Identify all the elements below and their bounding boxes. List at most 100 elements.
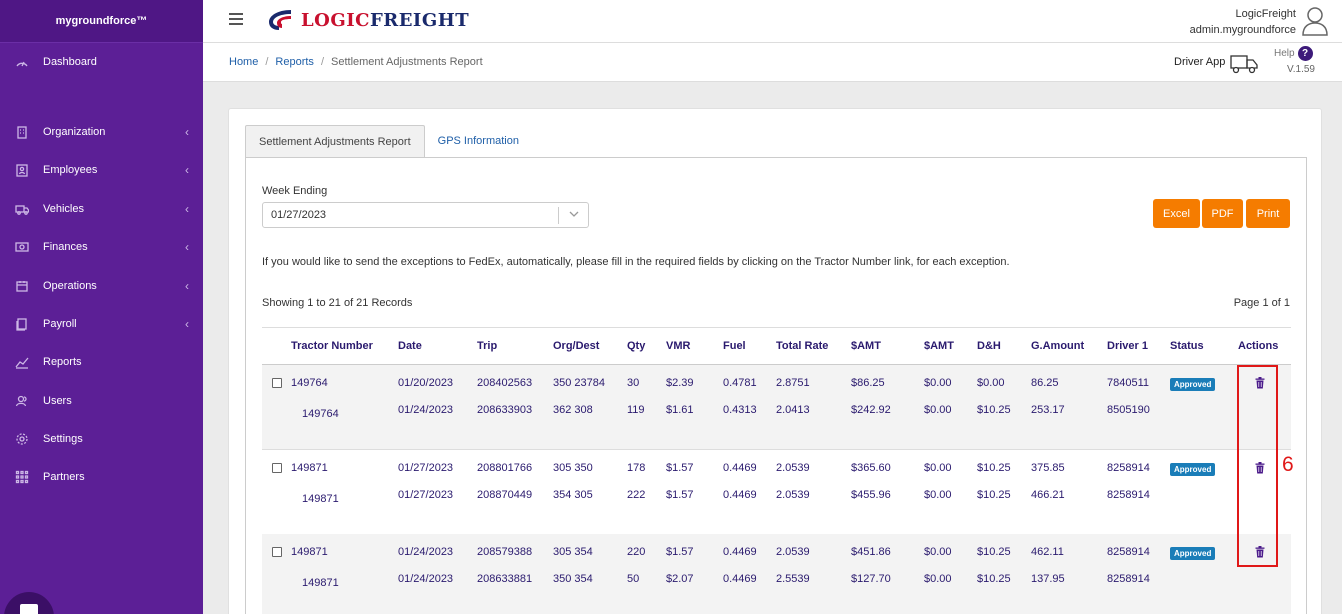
tractor-number-link[interactable]: 149764 (291, 377, 328, 389)
column-header[interactable]: Org/Dest (553, 340, 599, 352)
cell-date: 01/27/2023 (398, 462, 454, 474)
sidebar-item-label: Users (43, 395, 72, 407)
sidebar-item-finances[interactable]: Finances ‹ (0, 232, 203, 262)
truck-icon[interactable] (1230, 53, 1258, 75)
breadcrumb-reports[interactable]: Reports (275, 56, 314, 68)
chevron-left-icon[interactable]: ‹ (185, 240, 189, 254)
user-info[interactable]: LogicFreight admin.mygroundforce (1190, 6, 1296, 38)
cell-driver1: 8258914 (1107, 573, 1150, 585)
tab-gps-information[interactable]: GPS Information (425, 125, 532, 157)
tractor-number-link[interactable]: 149871 (291, 462, 328, 474)
cell-amt1: $127.70 (851, 573, 891, 585)
cell-trip: 208633903 (477, 404, 533, 416)
column-header[interactable]: Qty (627, 340, 645, 352)
sidebar-item-label: Organization (43, 126, 106, 138)
breadcrumb-bar: Home / Reports / Settlement Adjustments Repo… (203, 43, 1342, 82)
column-header[interactable]: Fuel (723, 340, 746, 352)
user-avatar-icon[interactable] (1302, 6, 1328, 36)
sidebar-item-organization[interactable]: Organization ‹ (0, 117, 203, 147)
sidebar-item-reports[interactable]: Reports (0, 347, 203, 377)
column-header[interactable]: Driver 1 (1107, 340, 1148, 352)
cell-qty: 178 (627, 462, 646, 474)
row-checkbox[interactable] (272, 463, 282, 473)
chevron-down-icon[interactable] (569, 209, 579, 219)
tractor-number-link[interactable]: 149764 (302, 408, 339, 420)
column-header[interactable]: VMR (666, 340, 690, 352)
cell-org-dest: 350 23784 (553, 377, 605, 389)
cell-date: 01/24/2023 (398, 404, 454, 416)
column-header[interactable]: Trip (477, 340, 497, 352)
row-checkbox[interactable] (272, 547, 282, 557)
column-header[interactable]: Status (1170, 340, 1204, 352)
help-link[interactable]: Help? (1274, 46, 1313, 61)
breadcrumb-home[interactable]: Home (229, 56, 258, 68)
column-header[interactable]: Total Rate (776, 340, 828, 352)
cell-driver1: 7840511 (1107, 377, 1150, 389)
cell-fuel: 0.4313 (723, 404, 757, 416)
sidebar-brand[interactable]: mygroundforce™ (0, 0, 203, 43)
sidebar-item-partners[interactable]: Partners (0, 462, 203, 492)
cell-amt2: $0.00 (924, 377, 952, 389)
hamburger-menu-icon[interactable] (229, 13, 243, 25)
pdf-button[interactable]: PDF (1202, 199, 1243, 228)
top-header: LOGICFREIGHT LogicFreight admin.myground… (203, 0, 1342, 43)
sidebar-item-label: Payroll (43, 318, 77, 330)
chevron-left-icon[interactable]: ‹ (185, 279, 189, 293)
column-header[interactable]: Date (398, 340, 422, 352)
print-button[interactable]: Print (1246, 199, 1290, 228)
sidebar-item-settings[interactable]: Settings (0, 424, 203, 454)
cell-org-dest: 305 354 (553, 546, 593, 558)
chat-launcher-icon[interactable] (4, 592, 54, 614)
chevron-left-icon[interactable]: ‹ (185, 202, 189, 216)
column-header[interactable]: G.Amount (1031, 340, 1084, 352)
cell-vmr: $1.61 (666, 404, 694, 416)
cell-dh: $10.25 (977, 462, 1011, 474)
cell-date: 01/24/2023 (398, 573, 454, 585)
sidebar-item-vehicles[interactable]: Vehicles ‹ (0, 194, 203, 224)
cell-vmr: $1.57 (666, 489, 694, 501)
sidebar-item-users[interactable]: Users (0, 386, 203, 416)
cell-trip: 208870449 (477, 489, 533, 501)
week-ending-label: Week Ending (262, 185, 328, 197)
company-name: LogicFreight (1235, 8, 1296, 20)
chevron-left-icon[interactable]: ‹ (185, 317, 189, 331)
sidebar-item-employees[interactable]: Employees ‹ (0, 155, 203, 185)
cell-qty: 30 (627, 377, 640, 389)
cell-driver1: 8258914 (1107, 462, 1150, 474)
tab-panel: Week Ending 01/27/2023 Excel PDF Print I… (245, 157, 1307, 614)
excel-button[interactable]: Excel (1153, 199, 1200, 228)
tab-settlement-adjustments[interactable]: Settlement Adjustments Report (245, 125, 425, 157)
tractor-number-link[interactable]: 149871 (291, 546, 328, 558)
sidebar-item-operations[interactable]: Operations ‹ (0, 271, 203, 301)
week-ending-select[interactable]: 01/27/2023 (262, 202, 589, 228)
table-header: Tractor Number Date Trip Org/Dest Qty VMR Fuel… (262, 327, 1291, 365)
breadcrumb-separator: / (265, 56, 269, 68)
column-header[interactable]: Tractor Number (291, 340, 373, 352)
column-header[interactable]: D&H (977, 340, 1001, 352)
chevron-left-icon[interactable]: ‹ (185, 163, 189, 177)
column-header[interactable]: $AMT (851, 340, 881, 352)
tractor-number-link[interactable]: 149871 (302, 493, 339, 505)
column-header[interactable]: $AMT (924, 340, 954, 352)
column-header[interactable]: Actions (1238, 340, 1278, 352)
page-info: Page 1 of 1 (1233, 297, 1290, 309)
grid-icon (14, 470, 29, 485)
driver-app-link[interactable]: Driver App (1174, 56, 1225, 68)
username: admin.mygroundforce (1189, 24, 1296, 36)
chevron-left-icon[interactable]: ‹ (185, 125, 189, 139)
truck-icon (14, 202, 29, 217)
cell-fuel: 0.4469 (723, 546, 757, 558)
dashboard-icon (14, 55, 29, 70)
row-checkbox[interactable] (272, 378, 282, 388)
cell-g-amount: 462.11 (1031, 546, 1064, 558)
sidebar-item-dashboard[interactable]: Dashboard (0, 47, 203, 77)
sidebar-item-label: Partners (43, 471, 85, 483)
cell-fuel: 0.4469 (723, 462, 757, 474)
logo[interactable]: LOGICFREIGHT (267, 8, 469, 32)
cell-qty: 220 (627, 546, 646, 558)
cell-qty: 222 (627, 489, 646, 501)
sidebar-item-payroll[interactable]: Payroll ‹ (0, 309, 203, 339)
cell-amt2: $0.00 (924, 573, 952, 585)
sidebar-item-label: Operations (43, 280, 97, 292)
tractor-number-link[interactable]: 149871 (302, 577, 339, 589)
